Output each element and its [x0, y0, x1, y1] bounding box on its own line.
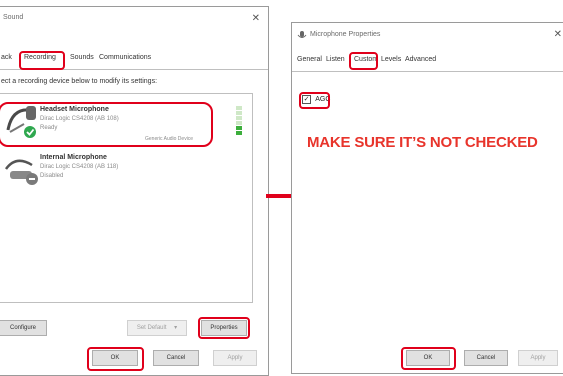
- properties-button-highlight: [198, 317, 250, 339]
- ok-button-highlight: [87, 347, 144, 371]
- recording-tab-highlight: [19, 51, 65, 70]
- annotation-text: MAKE SURE IT’S NOT CHECKED: [307, 134, 538, 151]
- microphone-icon: [297, 31, 307, 38]
- device-item-internal-microphone[interactable]: Internal Microphone Dirac Logic CS4208 (…: [0, 151, 252, 191]
- dropdown-arrow-icon[interactable]: ▾: [174, 325, 177, 331]
- tab-advanced[interactable]: Advanced: [405, 56, 436, 63]
- agc-checkbox-highlight: [299, 92, 330, 109]
- apply-button[interactable]: Apply: [213, 350, 257, 366]
- headset-microphone-highlight: [0, 102, 213, 147]
- microphone-icon: [4, 159, 38, 185]
- set-default-button[interactable]: Set Default ▾: [127, 320, 187, 336]
- properties-title: Microphone Properties: [310, 31, 381, 38]
- device-status: Disabled: [40, 173, 64, 179]
- close-icon[interactable]: ✕: [252, 13, 260, 24]
- ok-button-highlight: [401, 347, 456, 370]
- tab-listen[interactable]: Listen: [326, 56, 345, 63]
- sound-dialog-titlebar: Sound ✕: [0, 7, 268, 31]
- device-list[interactable]: Headset Microphone Dirac Logic CS4208 (A…: [0, 93, 253, 303]
- custom-tab-highlight: [349, 52, 378, 70]
- properties-tabs: General Listen Custom Levels Advanced: [292, 53, 563, 72]
- properties-titlebar: Microphone Properties ✕: [292, 23, 563, 47]
- microphone-properties-dialog: Microphone Properties ✕ General Listen C…: [291, 22, 563, 374]
- tab-communications[interactable]: Communications: [99, 54, 151, 61]
- tab-playback[interactable]: ack: [1, 54, 12, 61]
- level-meter: [236, 106, 242, 136]
- apply-button[interactable]: Apply: [518, 350, 558, 366]
- close-icon[interactable]: ✕: [554, 29, 562, 40]
- device-name: Internal Microphone: [40, 154, 107, 161]
- cancel-button[interactable]: Cancel: [153, 350, 199, 366]
- cancel-button[interactable]: Cancel: [464, 350, 508, 366]
- tab-sounds[interactable]: Sounds: [70, 54, 94, 61]
- configure-button[interactable]: Configure: [0, 320, 47, 336]
- instruction-text: ect a recording device below to modify i…: [1, 78, 158, 85]
- device-detail: Dirac Logic CS4208 (AB 118): [40, 164, 119, 170]
- sound-dialog-title: Sound: [3, 14, 24, 21]
- set-default-label: Set Default: [136, 325, 167, 331]
- sound-dialog: Sound ✕ ack Recording Sounds Communicati…: [0, 6, 269, 376]
- tab-levels[interactable]: Levels: [381, 56, 401, 63]
- tab-general[interactable]: General: [297, 56, 322, 63]
